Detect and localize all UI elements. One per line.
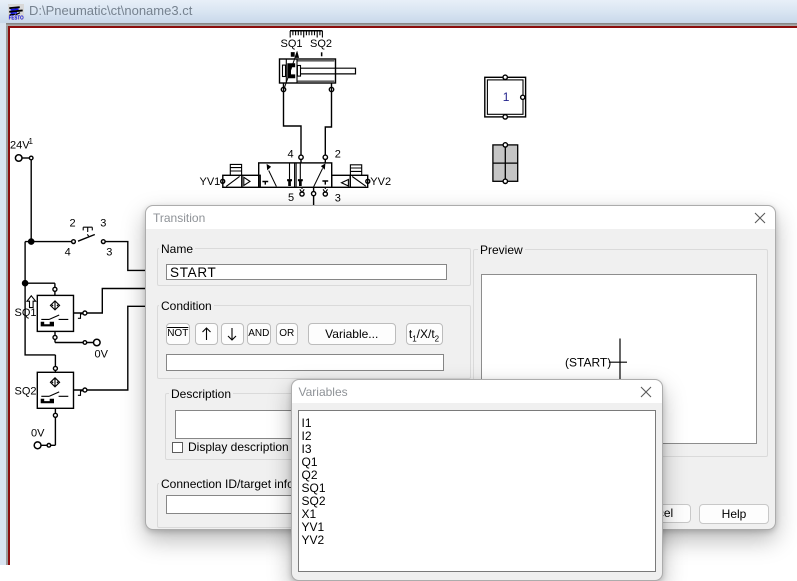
svg-text:5: 5 [288, 192, 294, 204]
svg-text:SQ2: SQ2 [15, 386, 37, 398]
svg-text:SQ1: SQ1 [281, 38, 303, 50]
svg-text:3: 3 [100, 218, 106, 230]
svg-text:0V: 0V [95, 349, 109, 361]
svg-text:YV2: YV2 [370, 176, 391, 188]
svg-text:SQ1: SQ1 [15, 307, 37, 319]
svg-text:YV1: YV1 [200, 176, 221, 188]
svg-text:(START): (START) [565, 356, 611, 370]
svg-text:2: 2 [335, 149, 341, 161]
svg-text:3: 3 [335, 193, 341, 205]
svg-text:FESTO: FESTO [9, 16, 24, 20]
svg-text:0V: 0V [31, 428, 45, 440]
svg-text:3: 3 [106, 247, 112, 259]
svg-text:SQ2: SQ2 [310, 38, 332, 50]
svg-text:1: 1 [503, 90, 510, 104]
svg-text:2: 2 [70, 218, 76, 230]
svg-text:4: 4 [288, 149, 294, 161]
svg-text:4: 4 [65, 247, 71, 259]
svg-text:1: 1 [29, 137, 34, 146]
